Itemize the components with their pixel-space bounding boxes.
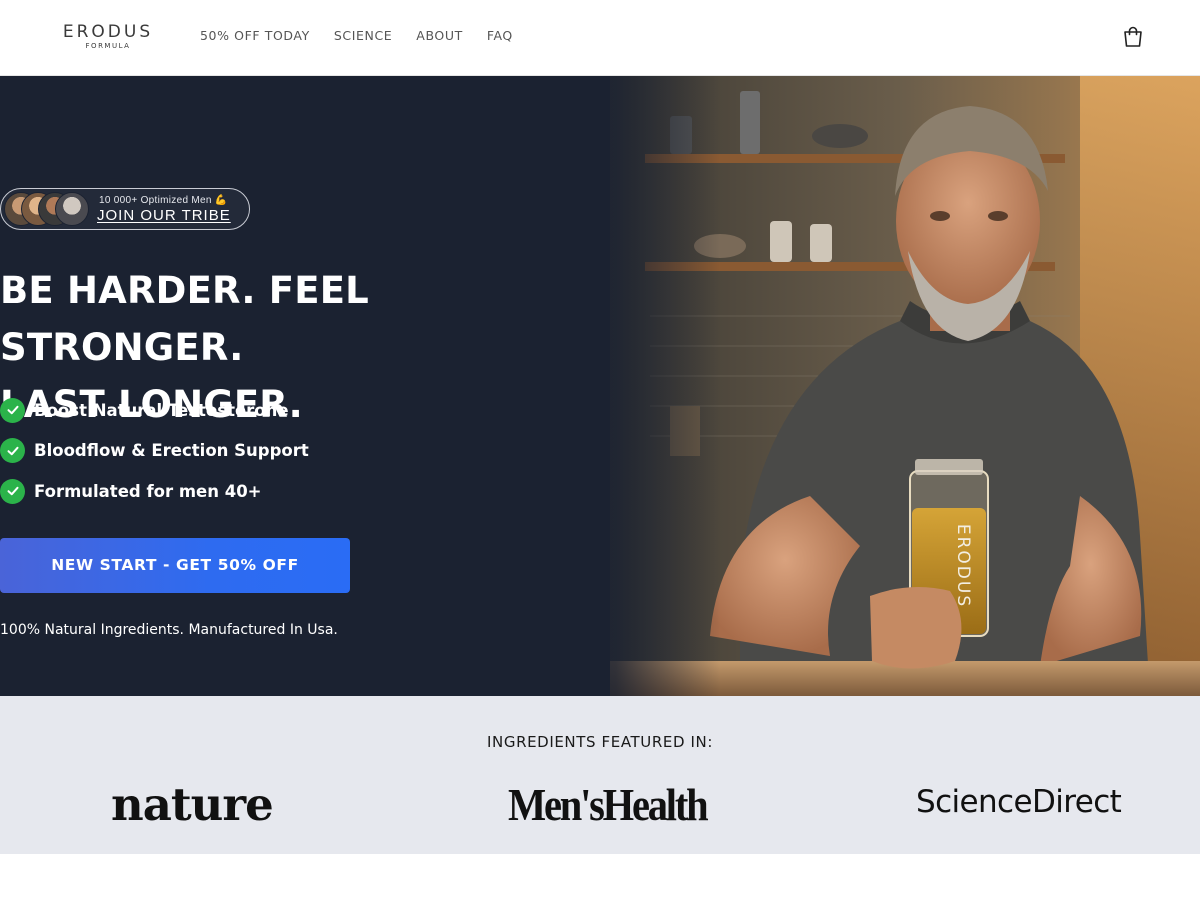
hero-section: ERODUS 10 000+ Optimized Men 💪 JOIN OUR … bbox=[0, 76, 1200, 696]
avatar bbox=[55, 192, 89, 226]
featured-in-section: INGREDIENTS FEATURED IN: nature Men'sHea… bbox=[0, 696, 1200, 854]
shopping-bag-icon[interactable] bbox=[1120, 24, 1146, 50]
brand-logo-sub: FORMULA bbox=[85, 42, 131, 50]
check-circle-icon bbox=[0, 397, 25, 423]
list-item: Boost Natural Testosterone bbox=[0, 390, 309, 431]
mens-health-logo: Men'sHealth bbox=[508, 779, 709, 830]
list-item: Bloodflow & Erection Support bbox=[0, 431, 309, 472]
nature-logo: nature bbox=[111, 778, 274, 831]
nav-link-science[interactable]: SCIENCE bbox=[334, 28, 392, 43]
check-circle-icon bbox=[0, 478, 25, 504]
jar-label: ERODUS bbox=[953, 524, 973, 608]
list-item: Formulated for men 40+ bbox=[0, 471, 309, 512]
brand-logo-main: ERODUS bbox=[62, 22, 154, 42]
featured-title: INGREDIENTS FEATURED IN: bbox=[487, 733, 713, 751]
main-nav: 50% OFF TODAY SCIENCE ABOUT FAQ bbox=[200, 28, 513, 43]
brand-logo[interactable]: ERODUS FORMULA bbox=[58, 22, 158, 50]
sciencedirect-logo: ScienceDirect bbox=[916, 784, 1122, 820]
benefit-text: Boost Natural Testosterone bbox=[34, 400, 289, 420]
benefit-list: Boost Natural Testosterone Bloodflow & E… bbox=[0, 390, 309, 512]
nav-link-about[interactable]: ABOUT bbox=[416, 28, 463, 43]
get-offer-button[interactable]: NEW START - GET 50% OFF bbox=[0, 538, 350, 593]
check-circle-icon bbox=[0, 438, 25, 464]
site-header: ERODUS FORMULA 50% OFF TODAY SCIENCE ABO… bbox=[0, 0, 1200, 76]
nav-link-offer[interactable]: 50% OFF TODAY bbox=[200, 28, 310, 43]
join-tribe-badge[interactable]: 10 000+ Optimized Men 💪 JOIN OUR TRIBE bbox=[0, 188, 250, 230]
join-tribe-link[interactable]: JOIN OUR TRIBE bbox=[97, 207, 231, 224]
tribe-count: 10 000+ Optimized Men 💪 bbox=[99, 195, 228, 206]
member-avatars bbox=[4, 192, 90, 226]
nav-link-faq[interactable]: FAQ bbox=[487, 28, 513, 43]
headline-line-1: BE HARDER. FEEL STRONGER. bbox=[0, 269, 369, 369]
benefit-text: Formulated for men 40+ bbox=[34, 481, 262, 501]
benefit-text: Bloodflow & Erection Support bbox=[34, 441, 309, 461]
ingredients-note: 100% Natural Ingredients. Manufactured I… bbox=[0, 622, 338, 638]
